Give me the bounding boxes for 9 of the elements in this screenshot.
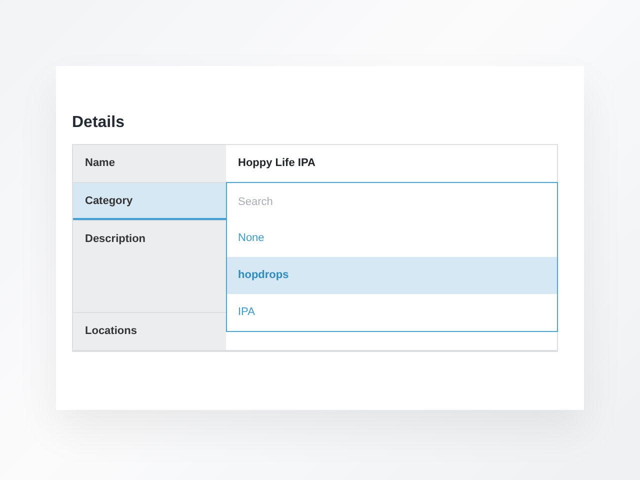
field-label: Locations [73, 313, 226, 350]
field-label: Name [73, 145, 226, 182]
dropdown-option[interactable]: IPA [227, 294, 557, 331]
field-value: Hoppy Life IPA [238, 157, 316, 169]
dropdown-option[interactable]: hopdrops [227, 257, 557, 294]
field-label: Category [73, 183, 226, 220]
field-label: Description [73, 221, 226, 312]
dropdown-option[interactable]: None [227, 220, 557, 257]
section-title: Details [72, 114, 126, 132]
